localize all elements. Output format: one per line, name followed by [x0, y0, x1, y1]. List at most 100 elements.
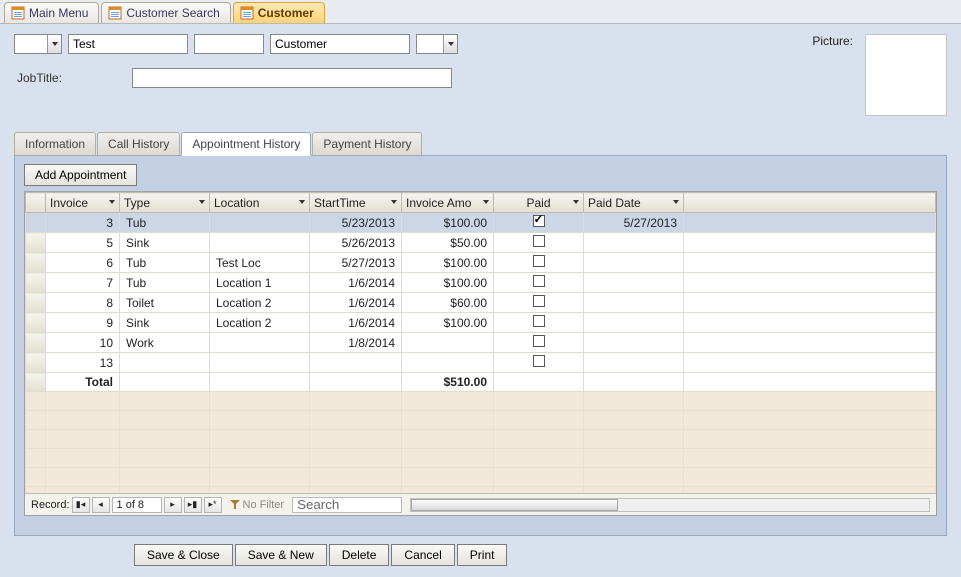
record-position[interactable]: 1 of 8 [112, 497, 162, 513]
cell-paid-date[interactable] [584, 233, 684, 253]
cell-amount[interactable]: $60.00 [402, 293, 494, 313]
row-selector[interactable] [26, 313, 46, 333]
cell-paid[interactable] [494, 353, 584, 373]
cell-extra[interactable] [684, 213, 936, 233]
cell-type[interactable]: Tub [120, 273, 210, 293]
table-row[interactable]: 7TubLocation 11/6/2014$100.00 [26, 273, 936, 293]
cell-extra[interactable] [684, 353, 936, 373]
record-search-input[interactable] [292, 497, 402, 513]
table-row[interactable]: 13 [26, 353, 936, 373]
middle-name-field[interactable] [194, 34, 264, 54]
checkbox[interactable] [533, 335, 545, 347]
checkbox[interactable] [533, 255, 545, 267]
cell-paid-date[interactable] [584, 313, 684, 333]
checkbox[interactable] [533, 235, 545, 247]
cell-location[interactable] [210, 333, 310, 353]
cell-extra[interactable] [684, 273, 936, 293]
delete-button[interactable]: Delete [329, 544, 390, 566]
cell-paid[interactable] [494, 333, 584, 353]
print-button[interactable]: Print [457, 544, 508, 566]
cell-paid[interactable] [494, 293, 584, 313]
nav-new-button[interactable]: ▸* [204, 497, 222, 513]
doctab-main-menu[interactable]: Main Menu [4, 2, 99, 23]
cell-type[interactable]: Toilet [120, 293, 210, 313]
checkbox[interactable] [533, 295, 545, 307]
cell-invoice[interactable]: 10 [46, 333, 120, 353]
cancel-button[interactable]: Cancel [391, 544, 454, 566]
cell-invoice[interactable]: 6 [46, 253, 120, 273]
cell-amount[interactable]: $100.00 [402, 213, 494, 233]
suffix-combo[interactable] [416, 34, 458, 54]
cell-starttime[interactable]: 1/8/2014 [310, 333, 402, 353]
cell-location[interactable]: Location 1 [210, 273, 310, 293]
cell-starttime[interactable]: 5/27/2013 [310, 253, 402, 273]
cell-extra[interactable] [684, 293, 936, 313]
row-selector[interactable] [26, 253, 46, 273]
cell-invoice[interactable]: 5 [46, 233, 120, 253]
cell-paid-date[interactable]: 5/27/2013 [584, 213, 684, 233]
table-row[interactable]: 5Sink 5/26/2013$50.00 [26, 233, 936, 253]
cell-amount[interactable] [402, 333, 494, 353]
cell-paid[interactable] [494, 233, 584, 253]
nav-prev-button[interactable]: ◂ [92, 497, 110, 513]
row-selector[interactable] [26, 213, 46, 233]
horizontal-scrollbar[interactable] [410, 498, 930, 512]
cell-paid[interactable] [494, 213, 584, 233]
col-invoice[interactable]: Invoice [46, 193, 120, 213]
row-selector[interactable] [26, 293, 46, 313]
cell-type[interactable]: Sink [120, 233, 210, 253]
corner-cell[interactable] [26, 193, 46, 213]
cell-invoice[interactable]: 3 [46, 213, 120, 233]
cell-type[interactable]: Tub [120, 213, 210, 233]
cell-extra[interactable] [684, 313, 936, 333]
picture-frame[interactable] [865, 34, 947, 116]
col-paid[interactable]: Paid [494, 193, 584, 213]
table-row[interactable]: 3Tub 5/23/2013$100.00 5/27/2013 [26, 213, 936, 233]
last-name-field[interactable] [270, 34, 410, 54]
row-selector[interactable] [26, 333, 46, 353]
cell-location[interactable]: Test Loc [210, 253, 310, 273]
cell-type[interactable]: Sink [120, 313, 210, 333]
cell-location[interactable] [210, 233, 310, 253]
cell-paid[interactable] [494, 253, 584, 273]
cell-extra[interactable] [684, 333, 936, 353]
doctab-customer-search[interactable]: Customer Search [101, 2, 230, 23]
first-name-field[interactable] [68, 34, 188, 54]
checkbox[interactable] [533, 275, 545, 287]
cell-starttime[interactable]: 1/6/2014 [310, 313, 402, 333]
cell-location[interactable] [210, 353, 310, 373]
cell-location[interactable]: Location 2 [210, 313, 310, 333]
table-row[interactable]: 8ToiletLocation 21/6/2014$60.00 [26, 293, 936, 313]
scrollbar-thumb[interactable] [411, 499, 618, 511]
cell-invoice[interactable]: 13 [46, 353, 120, 373]
tab-appointment-history[interactable]: Appointment History [181, 132, 311, 156]
cell-starttime[interactable]: 1/6/2014 [310, 293, 402, 313]
cell-amount[interactable]: $50.00 [402, 233, 494, 253]
tab-information[interactable]: Information [14, 132, 96, 155]
nav-next-button[interactable]: ▸ [164, 497, 182, 513]
cell-starttime[interactable]: 5/26/2013 [310, 233, 402, 253]
cell-invoice[interactable]: 8 [46, 293, 120, 313]
cell-paid-date[interactable] [584, 253, 684, 273]
cell-starttime[interactable]: 5/23/2013 [310, 213, 402, 233]
doctab-customer[interactable]: Customer [233, 2, 325, 23]
cell-paid[interactable] [494, 273, 584, 293]
tab-payment-history[interactable]: Payment History [312, 132, 422, 155]
col-paid-date[interactable]: Paid Date [584, 193, 684, 213]
title-combo[interactable] [14, 34, 62, 54]
cell-location[interactable] [210, 213, 310, 233]
row-selector[interactable] [26, 353, 46, 373]
cell-location[interactable]: Location 2 [210, 293, 310, 313]
row-selector[interactable] [26, 273, 46, 293]
table-row[interactable]: 9SinkLocation 21/6/2014$100.00 [26, 313, 936, 333]
cell-paid-date[interactable] [584, 353, 684, 373]
nav-first-button[interactable]: ▮◂ [72, 497, 90, 513]
filter-indicator[interactable]: No Filter [230, 499, 285, 511]
save-close-button[interactable]: Save & Close [134, 544, 233, 566]
checkbox[interactable] [533, 315, 545, 327]
save-new-button[interactable]: Save & New [235, 544, 327, 566]
checkbox[interactable] [533, 355, 545, 367]
table-row[interactable]: 6TubTest Loc5/27/2013$100.00 [26, 253, 936, 273]
cell-paid-date[interactable] [584, 293, 684, 313]
cell-extra[interactable] [684, 233, 936, 253]
